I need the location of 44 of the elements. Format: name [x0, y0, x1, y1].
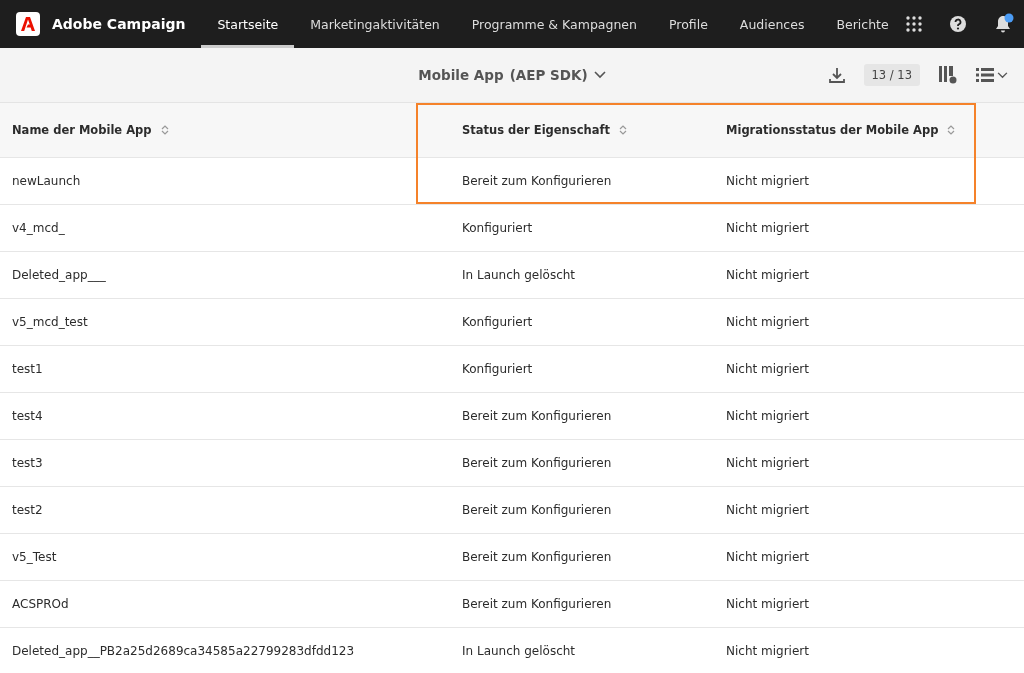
table-cell-text: test4 — [11, 409, 44, 423]
table-cell-text: In Launch gelöscht — [461, 268, 577, 282]
table-cell-text: Bereit zum Konfigurieren — [461, 456, 613, 470]
table-cell-text: Konfiguriert — [461, 221, 534, 235]
table-cell-text: Nicht migriert — [725, 174, 810, 188]
table-cell-text: Bereit zum Konfigurieren — [461, 550, 613, 564]
nav-tab[interactable]: Berichte — [820, 0, 905, 48]
table-cell-text: test3 — [11, 456, 44, 470]
nav-tab[interactable]: Profile — [652, 0, 724, 48]
table-cell-text: v5_mcd_test — [11, 315, 89, 329]
column-header[interactable]: Migrationsstatus der Mobile App — [714, 123, 1024, 137]
nav-tab[interactable]: Marketingaktivitäten — [294, 0, 456, 48]
table-cell-text: v5_Test — [11, 550, 58, 564]
table-cell-text: Nicht migriert — [725, 644, 810, 658]
table-cell-text: newLaunch — [11, 174, 82, 188]
column-header[interactable]: Name der Mobile App — [0, 123, 434, 137]
table-cell-text: ACSPROd — [11, 597, 70, 611]
table-cell-text: Deleted_app__PB2a25d2689ca34585a22799283dfdd123 — [11, 644, 356, 658]
table-cell-text: Bereit zum Konfigurieren — [461, 174, 613, 188]
app-name: Adobe Campaign — [52, 16, 186, 32]
record-count: 13 / 13 — [863, 64, 920, 86]
table-cell-text: Deleted_app___ — [11, 268, 107, 282]
table-cell-text: test2 — [11, 503, 44, 517]
table-cell-text: Bereit zum Konfigurieren — [461, 597, 613, 611]
column-header[interactable]: Status der Eigenschaft — [434, 123, 714, 137]
table-cell-text: Nicht migriert — [725, 268, 810, 282]
table-cell-text: test1 — [11, 362, 44, 376]
table-cell-text: Bereit zum Konfigurieren — [461, 503, 613, 517]
table-cell-text: Nicht migriert — [725, 315, 810, 329]
table-cell-text: v4_mcd_ — [11, 221, 66, 235]
table-cell-text: Nicht migriert — [725, 221, 810, 235]
nav-tab[interactable]: Programme & Kampagnen — [455, 0, 653, 48]
table-cell-text: Nicht migriert — [725, 456, 810, 470]
table-cell-text: Nicht migriert — [725, 550, 810, 564]
table-cell-text: Konfiguriert — [461, 315, 534, 329]
table-cell-text: Nicht migriert — [725, 597, 810, 611]
table-cell-text: Bereit zum Konfigurieren — [461, 409, 613, 423]
table-cell-text: Nicht migriert — [725, 409, 810, 423]
table-cell-text: In Launch gelöscht — [461, 644, 577, 658]
nav-tab[interactable]: Audiences — [723, 0, 821, 48]
table-cell-text: Nicht migriert — [725, 503, 810, 517]
table-cell-text: Konfiguriert — [461, 362, 534, 376]
view-selector[interactable]: Mobile App (AEP SDK) — [418, 67, 606, 83]
table-cell-text: Nicht migriert — [725, 362, 810, 376]
